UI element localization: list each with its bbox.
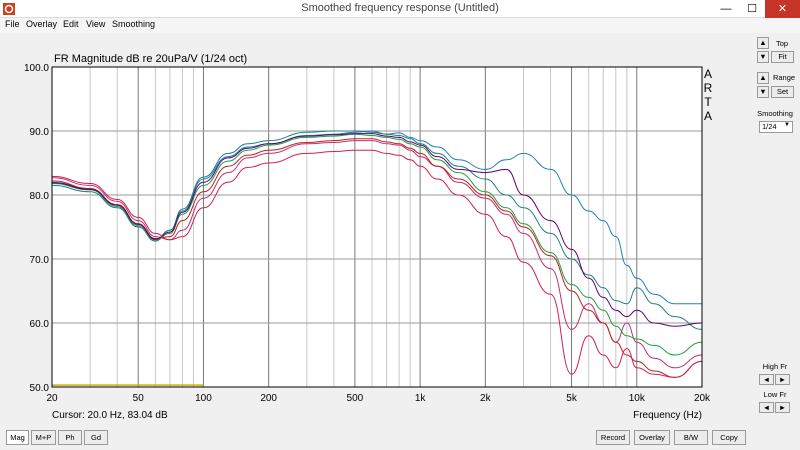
- high-fr-right-button[interactable]: ►: [775, 374, 790, 385]
- range-up-button[interactable]: ▲: [757, 72, 769, 84]
- top-down-button[interactable]: ▼: [757, 51, 769, 63]
- x-tick-label: 10k: [629, 393, 646, 404]
- title-bar: Smoothed frequency response (Untitled) —…: [0, 0, 800, 18]
- window-title: Smoothed frequency response (Untitled): [301, 2, 499, 14]
- low-fr-right-button[interactable]: ►: [775, 402, 790, 413]
- chart-title: FR Magnitude dB re 20uPa/V (1/24 oct): [54, 53, 247, 65]
- y-tick-label: 50.0: [30, 383, 50, 394]
- menu-overlay[interactable]: Overlay: [23, 19, 60, 29]
- smoothing-value: 1/24: [762, 122, 777, 131]
- low-fr-label: Low Fr: [763, 390, 787, 399]
- x-tick-label: 500: [347, 393, 364, 404]
- menu-smoothing[interactable]: Smoothing: [109, 19, 158, 29]
- menu-bar: File Overlay Edit View Smoothing: [0, 18, 800, 33]
- plot-background: [52, 67, 702, 387]
- y-tick-label: 100.0: [24, 63, 49, 74]
- x-tick-label: 1k: [415, 393, 427, 404]
- menu-view[interactable]: View: [83, 19, 108, 29]
- mag-button[interactable]: Mag: [6, 430, 29, 445]
- chevron-down-icon: ▼: [784, 122, 790, 128]
- maximize-button[interactable]: ☐: [739, 0, 765, 18]
- x-tick-label: 50: [133, 393, 145, 404]
- y-tick-label: 70.0: [30, 255, 50, 266]
- menu-file[interactable]: File: [2, 19, 23, 29]
- range-down-button[interactable]: ▼: [757, 86, 769, 98]
- x-tick-label: 20k: [694, 393, 711, 404]
- ph-button[interactable]: Ph: [58, 430, 82, 445]
- x-tick-label: 100: [195, 393, 212, 404]
- frequency-response-chart[interactable]: 20 50 100 200 500 1k 2k 5k 10k 20k 50.0 60.0 70.0 80.…: [0, 34, 750, 424]
- bw-button[interactable]: B/W: [674, 430, 708, 445]
- x-tick-label: 5k: [566, 393, 578, 404]
- smoothing-select[interactable]: 1/24 ▼: [759, 121, 793, 133]
- range-label: Range: [772, 73, 796, 82]
- watermark-letter: A: [704, 67, 712, 81]
- watermark-letter: R: [704, 81, 713, 95]
- top-label: Top: [775, 39, 789, 48]
- high-fr-label: High Fr: [762, 362, 788, 371]
- mp-button[interactable]: M+P: [31, 430, 56, 445]
- minimize-button[interactable]: —: [713, 0, 739, 18]
- gd-button[interactable]: Gd: [84, 430, 108, 445]
- cursor-readout: Cursor: 20.0 Hz, 83.04 dB: [52, 410, 168, 421]
- watermark-letter: A: [704, 109, 712, 123]
- low-fr-left-button[interactable]: ◄: [759, 402, 774, 413]
- watermark-letter: T: [704, 95, 712, 109]
- y-tick-label: 80.0: [30, 191, 50, 202]
- close-button[interactable]: ✕: [765, 0, 800, 18]
- arta-watermark: ARTA: [704, 67, 713, 123]
- bottom-toolbar: Mag M+P Ph Gd Record Overlay B/W Copy: [0, 428, 800, 450]
- high-fr-left-button[interactable]: ◄: [759, 374, 774, 385]
- plot-area: 20 50 100 200 500 1k 2k 5k 10k 20k 50.0 60.0 70.0 80.…: [0, 34, 750, 424]
- y-tick-label: 90.0: [30, 127, 50, 138]
- y-tick-label: 60.0: [30, 319, 50, 330]
- x-tick-label: 2k: [480, 393, 492, 404]
- set-button[interactable]: Set: [771, 86, 794, 98]
- x-tick-label: 200: [260, 393, 277, 404]
- x-tick-label: 20: [46, 393, 58, 404]
- top-up-button[interactable]: ▲: [757, 37, 769, 49]
- menu-edit[interactable]: Edit: [60, 19, 82, 29]
- smoothing-label: Smoothing: [757, 109, 793, 118]
- x-axis-label: Frequency (Hz): [633, 410, 702, 421]
- copy-button[interactable]: Copy: [712, 430, 746, 445]
- fit-button[interactable]: Fit: [771, 51, 794, 63]
- overlay-button[interactable]: Overlay: [634, 430, 670, 445]
- sidebar: Top ▲ ▼ Fit Range ▲ ▼ Set Smoothing 1/24…: [750, 34, 800, 424]
- record-button[interactable]: Record: [596, 430, 630, 445]
